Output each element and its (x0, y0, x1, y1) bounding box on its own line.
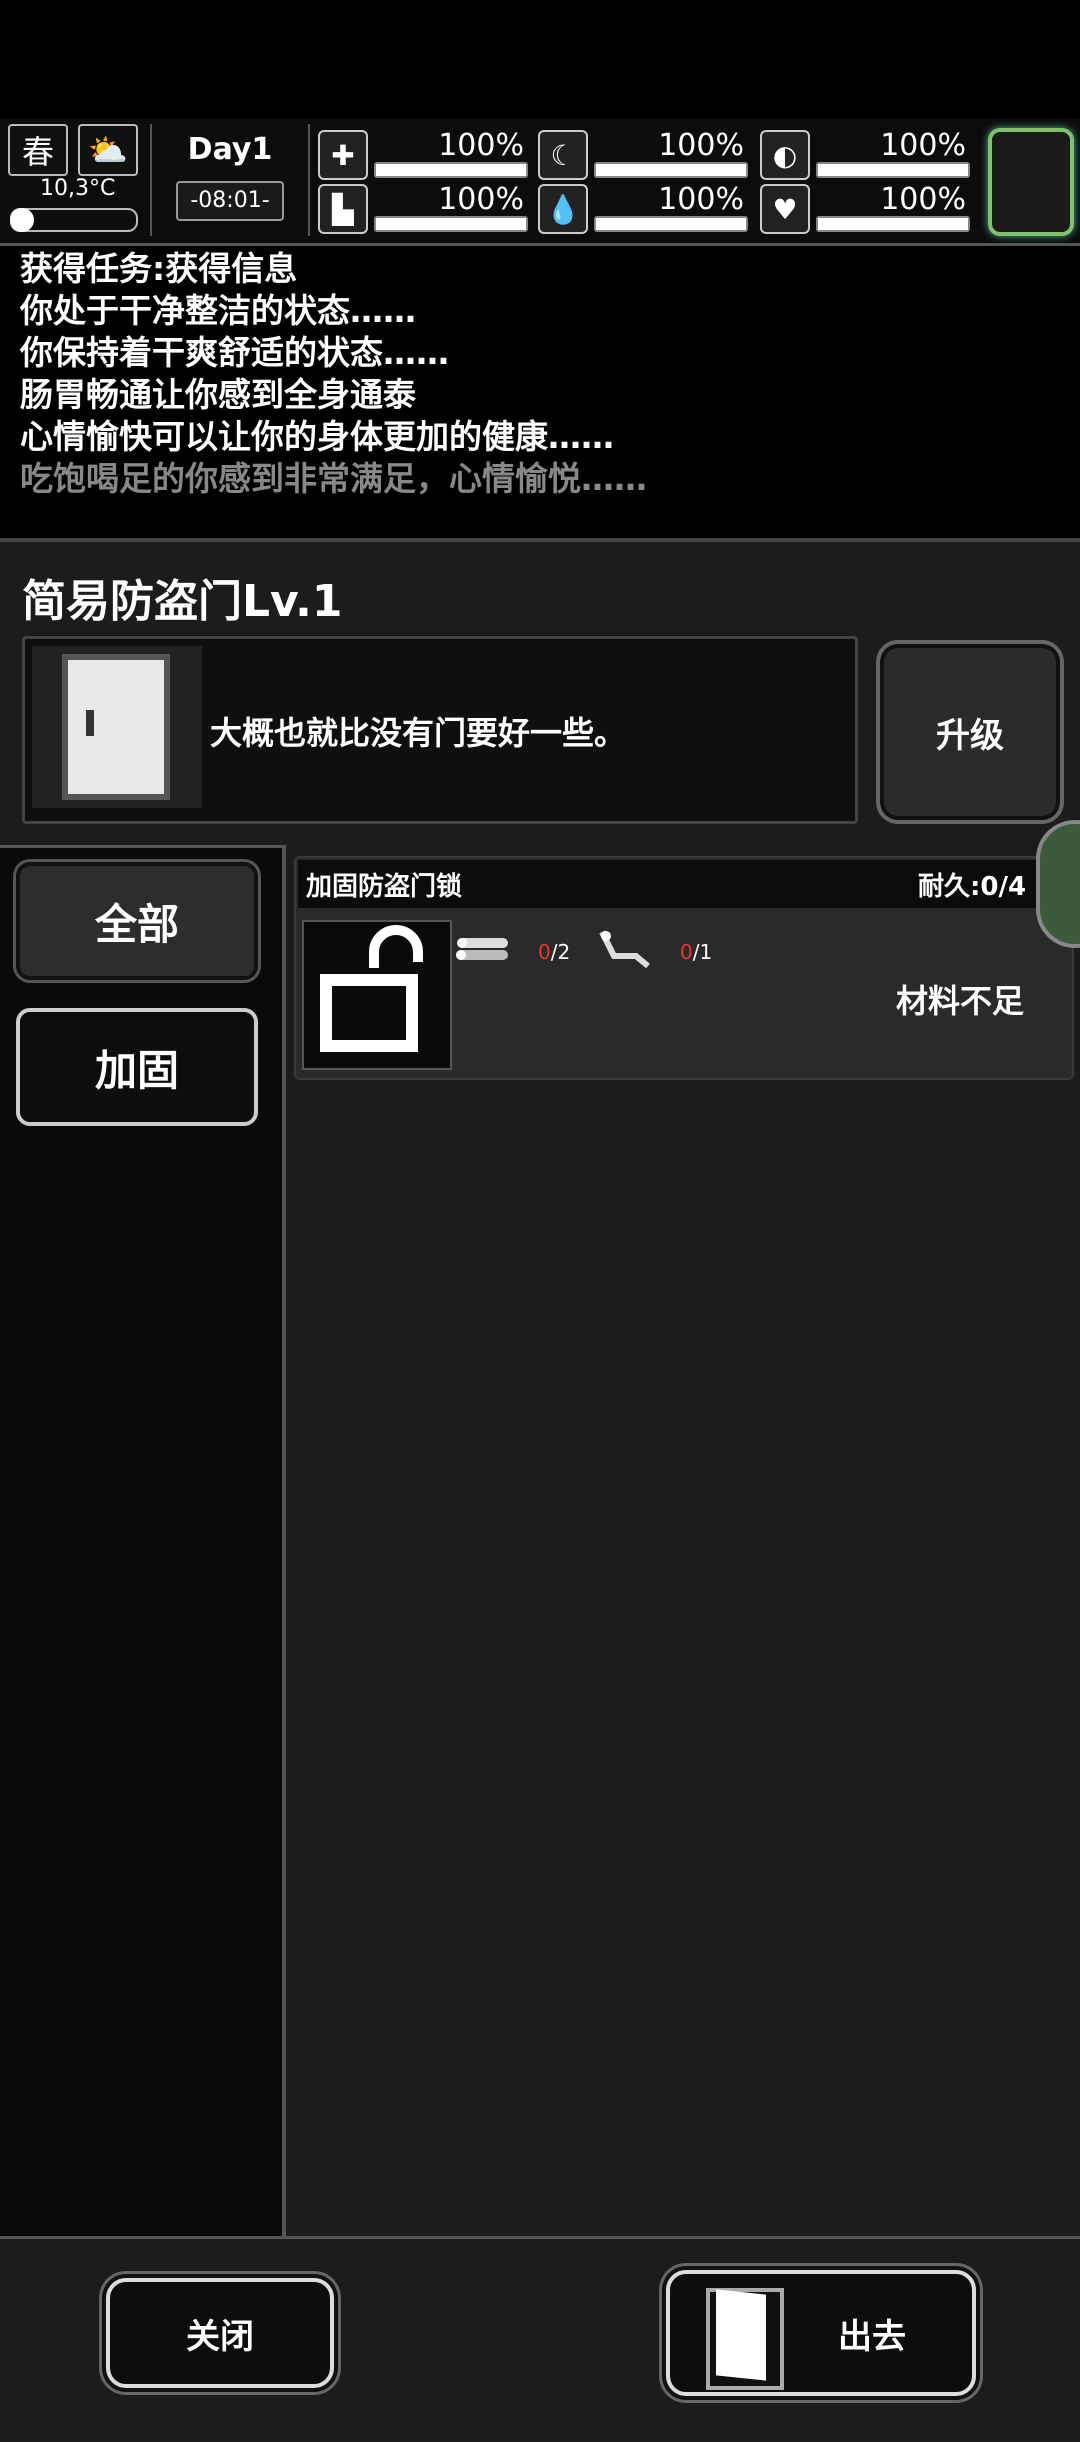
medicine-percent: 100% (880, 128, 966, 163)
unlock-icon (302, 920, 452, 1070)
medicine-stat: ◐ 100% (760, 128, 970, 180)
temperature-gauge: 10,3°C (6, 176, 138, 236)
mood-stat: ♥ 100% (760, 182, 970, 234)
temperature-value: 10,3°C (40, 176, 116, 201)
exit-label: 出去 (838, 2316, 906, 2357)
season-badge: 春 (8, 124, 68, 176)
day-clock: Day1 -08:01- (150, 124, 310, 236)
message-log: 获得任务:获得信息 你处于干净整洁的状态…… 你保持着干爽舒适的状态…… 肠胃畅… (0, 248, 1080, 533)
door-icon (32, 646, 202, 808)
building-description: 大概也就比没有门要好一些。 (210, 714, 627, 752)
material-need: /2 (550, 940, 571, 964)
exit-button[interactable]: 出去 (666, 2270, 976, 2396)
thirst-stat: 💧 100% (538, 182, 748, 234)
wood-logs-icon (454, 930, 514, 970)
water-drop-icon: 💧 (538, 184, 588, 234)
building-title: 简易防盗门Lv.1 (22, 576, 343, 627)
time-display: -08:01- (176, 181, 284, 221)
upgrade-button[interactable]: 升级 (876, 640, 1064, 824)
boot-icon: ▙ (318, 184, 368, 234)
hunger-stat: ☾ 100% (538, 128, 748, 180)
status-bar: 春 ⛅ 10,3°C Day1 -08:01- ✚ 100% ☾ 100% ◐ … (0, 118, 1080, 246)
material-count: 0/1 (680, 940, 712, 964)
material-have: 0 (680, 940, 693, 964)
thermometer-icon (10, 208, 138, 232)
item-durability: 耐久:0/4 (918, 872, 1027, 902)
log-line: 心情愉快可以让你的身体更加的健康…… (20, 417, 614, 456)
chat-icon[interactable] (1036, 820, 1080, 948)
mood-percent: 100% (880, 182, 966, 217)
hunger-percent: 100% (658, 128, 744, 163)
stomach-icon: ☾ (538, 130, 588, 180)
capsule-icon: ◐ (760, 130, 810, 180)
stamina-stat: ▙ 100% (318, 182, 528, 234)
log-line: 肠胃畅通让你感到全身通泰 (20, 375, 416, 414)
thirst-percent: 100% (658, 182, 744, 217)
log-line: 你保持着干爽舒适的状态…… (20, 333, 449, 372)
health-percent: 100% (438, 128, 524, 163)
material-need: /1 (692, 940, 713, 964)
tab-reinforce[interactable]: 加固 (16, 1008, 258, 1126)
health-stat: ✚ 100% (318, 128, 528, 180)
close-button[interactable]: 关闭 (106, 2278, 334, 2388)
heart-icon: ♥ (760, 184, 810, 234)
day-label: Day1 (187, 132, 273, 167)
log-line: 吃饱喝足的你感到非常满足，心情愉悦…… (20, 459, 647, 498)
weather-icon: ⛅ (78, 124, 138, 176)
stamina-percent: 100% (438, 182, 524, 217)
log-line: 获得任务:获得信息 (20, 249, 298, 288)
item-name: 加固防盗门锁 (306, 872, 463, 902)
medkit-icon: ✚ (318, 130, 368, 180)
material-count: 0/2 (538, 940, 570, 964)
season-label: 春 (21, 133, 54, 171)
open-door-icon (706, 2288, 784, 2390)
material-have: 0 (538, 940, 551, 964)
pipe-parts-icon (596, 926, 656, 974)
tab-all[interactable]: 全部 (16, 862, 258, 980)
log-line: 你处于干净整洁的状态…… (20, 291, 416, 330)
equipment-slot[interactable] (988, 128, 1074, 236)
craft-status: 材料不足 (896, 982, 1025, 1020)
